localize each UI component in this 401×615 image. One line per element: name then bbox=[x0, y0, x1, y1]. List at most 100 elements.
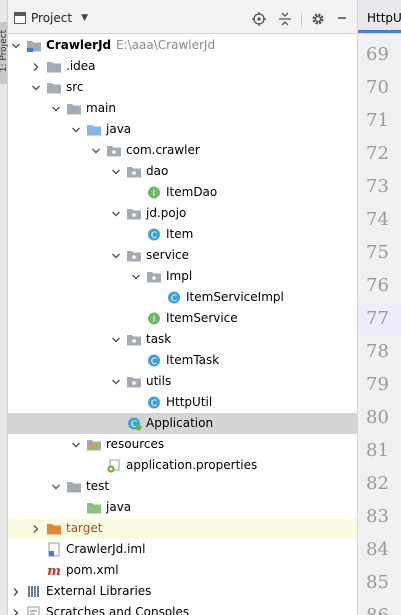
tree-row-java[interactable]: java bbox=[8, 497, 357, 518]
tree-row-impl[interactable]: Impl bbox=[8, 266, 357, 287]
tree-row-crawlerjd-iml[interactable]: CrawlerJd.iml bbox=[8, 539, 357, 560]
locate-target-icon[interactable] bbox=[252, 12, 266, 26]
tree-row-itemservice[interactable]: I ItemService bbox=[8, 308, 357, 329]
tree-item-label: Impl bbox=[166, 269, 193, 283]
project-view-selector[interactable]: Project ▼ bbox=[14, 9, 88, 27]
chevron-down-icon[interactable] bbox=[50, 480, 62, 493]
chevron-down-icon[interactable] bbox=[70, 123, 82, 136]
line-number: 71 bbox=[366, 110, 389, 131]
chevron-right-icon[interactable] bbox=[30, 522, 42, 535]
project-tree: CrawlerJd E:\aaa\CrawlerJd .idea src main jav… bbox=[8, 34, 357, 615]
line-number: 74 bbox=[366, 209, 389, 230]
class-icon: C bbox=[146, 353, 162, 368]
tree-row-httputil[interactable]: C HttpUtil bbox=[8, 392, 357, 413]
tree-row--idea[interactable]: .idea bbox=[8, 56, 357, 77]
package-icon bbox=[126, 248, 142, 263]
svg-text:m: m bbox=[47, 564, 61, 578]
excluded-folder-icon bbox=[46, 521, 62, 536]
tree-row-utils[interactable]: utils bbox=[8, 371, 357, 392]
tree-item-label: ItemServiceImpl bbox=[186, 290, 284, 304]
tree-item-label: jd.pojo bbox=[146, 206, 187, 220]
toolbar-divider bbox=[301, 12, 302, 28]
tree-row-itemtask[interactable]: C ItemTask bbox=[8, 350, 357, 371]
tree-row-application-properties[interactable]: application.properties bbox=[8, 455, 357, 476]
editor-gutter: 69 70 71 72 73 74 75 76 77 78 79 80 81 82 83 84 85 86 bbox=[357, 34, 401, 615]
package-icon bbox=[106, 143, 122, 158]
svg-text:C: C bbox=[151, 399, 157, 409]
tree-item-label: ItemDao bbox=[166, 185, 218, 199]
tree-row-external-libraries[interactable]: External Libraries bbox=[8, 581, 357, 602]
test-source-root-icon bbox=[86, 500, 102, 515]
editor-tab-label: HttpUtil bbox=[367, 11, 401, 25]
tool-window-strip: 1: Project bbox=[0, 0, 9, 615]
chevron-down-icon[interactable] bbox=[30, 81, 42, 94]
chevron-down-icon[interactable] bbox=[90, 144, 102, 157]
tree-row-test[interactable]: test bbox=[8, 476, 357, 497]
interface-icon: I bbox=[146, 185, 162, 200]
tree-row-service[interactable]: service bbox=[8, 245, 357, 266]
tree-row-crawlerjd[interactable]: CrawlerJd E:\aaa\CrawlerJd bbox=[8, 35, 357, 56]
line-number: 80 bbox=[366, 407, 389, 428]
chevron-down-icon[interactable] bbox=[110, 165, 122, 178]
chevron-down-icon[interactable] bbox=[110, 333, 122, 346]
active-tab-indicator bbox=[358, 30, 401, 33]
tree-item-label: test bbox=[86, 479, 110, 493]
dropdown-caret-icon: ▼ bbox=[81, 13, 88, 23]
tree-row-main[interactable]: main bbox=[8, 98, 357, 119]
package-icon bbox=[126, 164, 142, 179]
line-number: 70 bbox=[366, 77, 389, 98]
class-icon: C bbox=[146, 227, 162, 242]
tree-row-task[interactable]: task bbox=[8, 329, 357, 350]
tree-row-scratches-and-consoles[interactable]: Scratches and Consoles bbox=[8, 602, 357, 615]
tree-row-java[interactable]: java bbox=[8, 119, 357, 140]
project-tool-window-button[interactable]: 1: Project bbox=[0, 22, 9, 84]
line-number: 83 bbox=[366, 506, 389, 527]
line-number: 86 bbox=[358, 599, 401, 615]
line-number: 81 bbox=[366, 440, 389, 461]
class-icon: C bbox=[146, 395, 162, 410]
hide-panel-icon[interactable] bbox=[335, 12, 349, 26]
tree-item-label: task bbox=[146, 332, 172, 346]
line-number: 85 bbox=[366, 572, 389, 593]
tree-item-label: java bbox=[106, 122, 132, 136]
tree-row-jd-pojo[interactable]: jd.pojo bbox=[8, 203, 357, 224]
chevron-right-icon[interactable] bbox=[10, 606, 22, 615]
svg-text:C: C bbox=[151, 357, 157, 367]
tree-row-application[interactable]: C Application bbox=[8, 413, 357, 434]
tree-row-target[interactable]: target bbox=[8, 518, 357, 539]
tree-item-label: src bbox=[66, 80, 84, 94]
chevron-down-icon[interactable] bbox=[130, 270, 142, 283]
chevron-down-icon[interactable] bbox=[70, 438, 82, 451]
editor-tab-httputil[interactable]: C HttpUtil bbox=[357, 0, 401, 34]
tree-row-itemserviceimpl[interactable]: C ItemServiceImpl bbox=[8, 287, 357, 308]
tree-item-label: resources bbox=[106, 437, 165, 451]
collapse-all-icon[interactable] bbox=[278, 12, 292, 26]
chevron-down-icon[interactable] bbox=[110, 375, 122, 388]
spring-boot-class-icon: C bbox=[126, 416, 142, 431]
class-icon: C bbox=[166, 290, 182, 305]
tree-row-item[interactable]: C Item bbox=[8, 224, 357, 245]
tree-row-resources[interactable]: resources bbox=[8, 434, 357, 455]
tree-row-itemdao[interactable]: I ItemDao bbox=[8, 182, 357, 203]
chevron-down-icon[interactable] bbox=[50, 102, 62, 115]
tree-row-pom-xml[interactable]: m pom.xml bbox=[8, 560, 357, 581]
chevron-right-icon[interactable] bbox=[30, 60, 42, 73]
project-window-icon bbox=[14, 12, 26, 24]
line-number: 79 bbox=[366, 374, 389, 395]
tree-item-label: CrawlerJd bbox=[46, 38, 112, 52]
chevron-down-icon[interactable] bbox=[110, 207, 122, 220]
tree-row-dao[interactable]: dao bbox=[8, 161, 357, 182]
maven-icon: m bbox=[46, 563, 62, 579]
tree-item-label: Application bbox=[146, 416, 214, 430]
gear-icon[interactable] bbox=[311, 12, 325, 26]
chevron-right-icon[interactable] bbox=[10, 585, 22, 598]
tree-item-label: HttpUtil bbox=[166, 395, 213, 409]
tree-item-label: service bbox=[146, 248, 189, 262]
tree-row-src[interactable]: src bbox=[8, 77, 357, 98]
folder-icon bbox=[46, 59, 62, 74]
line-number: 84 bbox=[366, 539, 389, 560]
chevron-down-icon[interactable] bbox=[110, 249, 122, 262]
svg-text:C: C bbox=[151, 231, 157, 241]
chevron-down-icon[interactable] bbox=[10, 39, 22, 52]
tree-row-com-crawler[interactable]: com.crawler bbox=[8, 140, 357, 161]
